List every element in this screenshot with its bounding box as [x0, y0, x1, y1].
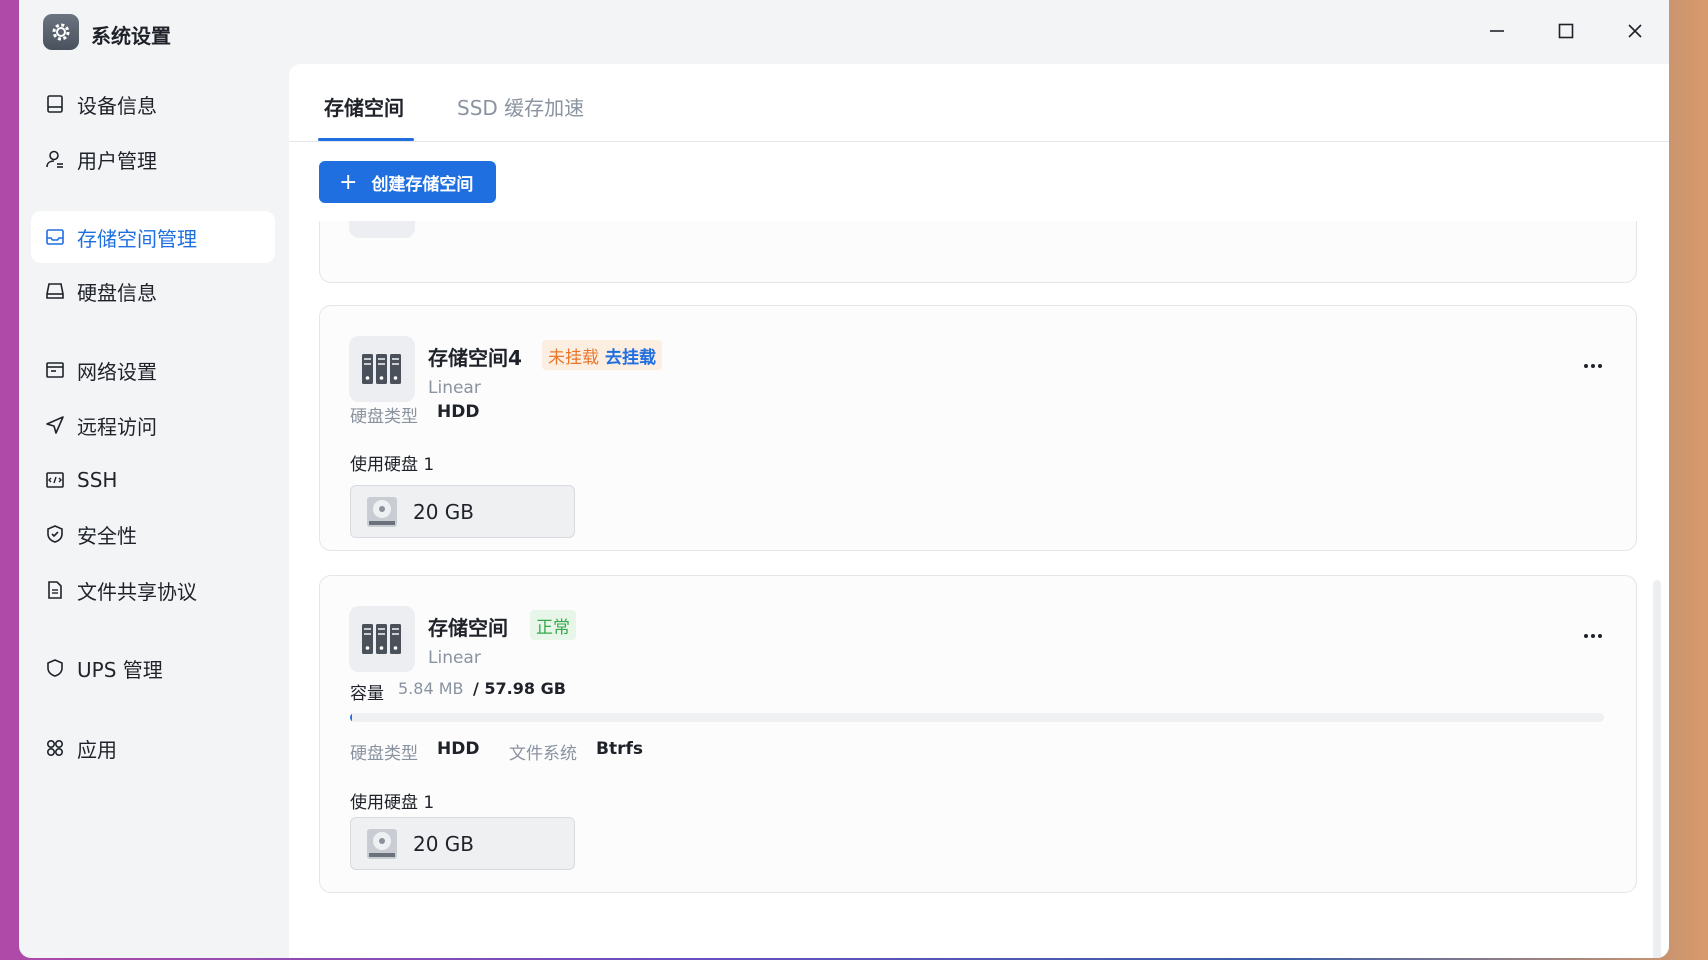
sidebar-item-security[interactable]: 安全性: [31, 508, 275, 560]
sidebar: 设备信息 用户管理 存储空间管理 硬盘信息 网络设置 远程访问 SSH 安全性: [19, 64, 289, 958]
apps-icon: [43, 736, 67, 760]
tab-ssd-cache[interactable]: SSD 缓存加速: [457, 92, 584, 121]
sidebar-item-label: SSH: [77, 468, 118, 492]
main-panel: 存储空间 SSD 缓存加速 + 创建存储空间 存储空间4 未挂载 去挂载 Lin…: [289, 64, 1669, 958]
capacity-label: 容量: [350, 684, 384, 704]
active-tab-indicator: [318, 138, 414, 141]
status-badge: 未挂载 去挂载: [542, 340, 662, 370]
send-icon: [43, 413, 67, 437]
used-disks-label: 使用硬盘 1: [350, 455, 435, 475]
capacity-total: / 57.98 GB: [473, 679, 566, 698]
sidebar-item-ssh[interactable]: SSH: [31, 454, 275, 506]
disk-size: 20 GB: [413, 499, 475, 524]
scrollbar[interactable]: [1653, 580, 1661, 958]
close-button[interactable]: [1615, 14, 1655, 48]
settings-window: 系统设置 设备信息 用户管理 存储空间管理 硬盘信息 网络设置 远程访问 SSH…: [19, 0, 1669, 958]
server-icon: [349, 606, 415, 672]
disk-chip[interactable]: 20 GB: [350, 817, 575, 870]
storage-card: 存储空间4 未挂载 去挂载 Linear 硬盘类型 HDD 使用硬盘 1 20 …: [319, 305, 1637, 551]
shield-icon: [43, 656, 67, 680]
storage-card: 存储空间 正常 Linear 容量 5.84 MB / 57.98 GB 硬盘类…: [319, 575, 1637, 893]
sidebar-item-label: UPS 管理: [77, 657, 163, 682]
plus-icon: +: [339, 169, 358, 195]
raid-type: Linear: [428, 378, 481, 398]
tab-bar: 存储空间 SSD 缓存加速: [289, 64, 1669, 142]
maximize-button[interactable]: [1546, 14, 1586, 48]
more-icon: [1584, 364, 1602, 368]
hard-drive-icon: [367, 496, 397, 527]
used-disks-label: 使用硬盘 1: [350, 793, 435, 813]
capacity-progress-bar: [350, 713, 1604, 722]
sidebar-item-label: 文件共享协议: [77, 579, 197, 604]
disk-chip[interactable]: 20 GB: [350, 485, 575, 538]
sidebar-item-disk-info[interactable]: 硬盘信息: [31, 265, 275, 317]
shield-check-icon: [43, 522, 67, 546]
capacity-progress-fill: [350, 713, 352, 722]
maximize-icon: [1558, 23, 1574, 39]
user-icon: [43, 147, 67, 171]
tab-storage-space[interactable]: 存储空间: [324, 92, 404, 121]
terminal-icon: [43, 468, 67, 492]
minimize-icon: [1490, 30, 1504, 32]
window-title: 系统设置: [91, 24, 171, 48]
device-icon: [43, 92, 67, 116]
disk-type-value: HDD: [437, 739, 480, 759]
sidebar-item-label: 硬盘信息: [77, 280, 157, 305]
more-options-button[interactable]: [1576, 354, 1610, 378]
filesystem-value: Btrfs: [596, 739, 643, 759]
sidebar-item-label: 设备信息: [77, 93, 157, 118]
status-text: 未挂载: [548, 347, 599, 368]
server-icon: [349, 336, 415, 402]
disk-type-label: 硬盘类型: [350, 744, 418, 764]
storage-list: 存储空间4 未挂载 去挂载 Linear 硬盘类型 HDD 使用硬盘 1 20 …: [289, 221, 1669, 958]
more-icon: [1584, 634, 1602, 638]
mount-link[interactable]: 去挂载: [605, 343, 656, 368]
gear-icon: [43, 14, 79, 50]
sidebar-item-apps[interactable]: 应用: [31, 722, 275, 774]
more-options-button[interactable]: [1576, 624, 1610, 648]
raid-type: Linear: [428, 648, 481, 668]
minimize-button[interactable]: [1477, 14, 1517, 48]
storage-name: 存储空间4: [428, 346, 522, 370]
sidebar-item-ups[interactable]: UPS 管理: [31, 642, 275, 694]
sidebar-item-network[interactable]: 网络设置: [31, 344, 275, 396]
status-text: 正常: [536, 617, 570, 638]
sidebar-item-label: 用户管理: [77, 148, 157, 173]
storage-card-partial: [319, 221, 1637, 283]
sidebar-item-users[interactable]: 用户管理: [31, 133, 275, 185]
disk-type-label: 硬盘类型: [350, 407, 418, 427]
status-badge: 正常: [530, 610, 576, 640]
sidebar-item-label: 应用: [77, 737, 117, 762]
network-icon: [43, 358, 67, 382]
hard-drive-icon: [367, 828, 397, 859]
sidebar-item-label: 网络设置: [77, 359, 157, 384]
close-icon: [1628, 24, 1642, 38]
sidebar-item-file-sharing[interactable]: 文件共享协议: [31, 564, 275, 616]
sidebar-item-label: 存储空间管理: [77, 226, 197, 251]
filesystem-label: 文件系统: [509, 744, 577, 764]
sidebar-item-label: 远程访问: [77, 414, 157, 439]
capacity-used: 5.84 MB: [398, 679, 464, 698]
storage-icon: [43, 225, 67, 249]
disk-icon: [43, 279, 67, 303]
server-icon: [349, 221, 415, 238]
sidebar-item-remote[interactable]: 远程访问: [31, 399, 275, 451]
create-storage-button[interactable]: + 创建存储空间: [319, 161, 496, 203]
sidebar-item-device-info[interactable]: 设备信息: [31, 78, 275, 130]
sidebar-item-label: 安全性: [77, 523, 137, 548]
create-storage-label: 创建存储空间: [371, 174, 474, 195]
title-bar: 系统设置: [19, 0, 1669, 64]
document-icon: [43, 578, 67, 602]
storage-name: 存储空间: [428, 616, 508, 640]
sidebar-item-storage[interactable]: 存储空间管理: [31, 211, 275, 263]
disk-size: 20 GB: [413, 831, 475, 856]
disk-type-value: HDD: [437, 402, 480, 422]
